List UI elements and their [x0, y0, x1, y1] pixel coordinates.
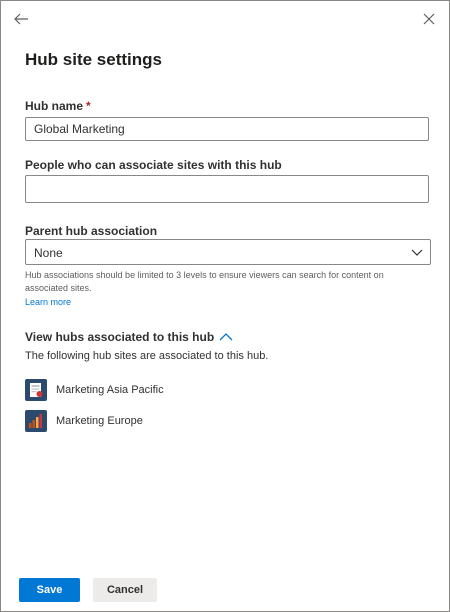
parent-hub-help-text: Hub associations should be limited to 3 … [25, 270, 384, 293]
back-arrow-icon[interactable] [11, 9, 31, 29]
page-title: Hub site settings [25, 50, 162, 69]
panel-topbar [1, 1, 449, 37]
hub-item-name: Marketing Asia Pacific [56, 384, 164, 396]
hub-item-name: Marketing Europe [56, 415, 143, 427]
hub-site-doc-icon [25, 379, 47, 401]
hub-settings-panel: Hub site settings Hub name* People who c… [0, 0, 450, 612]
chevron-up-icon [219, 333, 233, 341]
chevron-down-icon [410, 245, 424, 259]
associated-hub-item[interactable]: Marketing Europe [25, 410, 143, 432]
associated-hubs-description: The following hub sites are associated t… [25, 350, 269, 362]
hub-name-label-text: Hub name [25, 99, 84, 113]
hub-site-chart-icon [25, 410, 47, 432]
parent-hub-label: Parent hub association [25, 224, 158, 238]
save-button[interactable]: Save [19, 578, 80, 602]
view-associated-hubs-label: View hubs associated to this hub [25, 330, 215, 344]
cancel-button[interactable]: Cancel [93, 578, 157, 602]
hub-name-input[interactable] [25, 117, 429, 141]
parent-hub-dropdown[interactable]: None [25, 239, 431, 265]
close-icon[interactable] [419, 9, 439, 29]
hub-name-label: Hub name * [25, 99, 91, 113]
associate-people-input[interactable] [25, 175, 429, 203]
associated-hub-item[interactable]: Marketing Asia Pacific [25, 379, 164, 401]
learn-more-link[interactable]: Learn more [25, 297, 71, 307]
view-associated-hubs-toggle[interactable]: View hubs associated to this hub [25, 330, 233, 344]
parent-hub-selected-value: None [34, 246, 63, 260]
required-marker: * [86, 99, 91, 113]
associate-people-label: People who can associate sites with this… [25, 158, 282, 172]
